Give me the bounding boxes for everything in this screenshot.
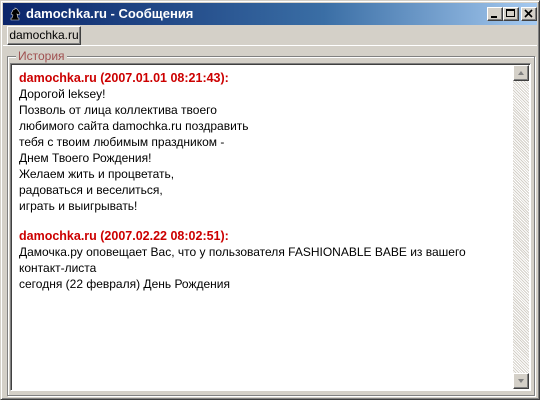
message-header: damochka.ru (2007.02.22 08:02:51): bbox=[19, 229, 229, 243]
chess-knight-icon bbox=[7, 6, 23, 22]
close-button[interactable] bbox=[521, 7, 537, 21]
history-content: damochka.ru (2007.01.01 08:21:43): Дорог… bbox=[19, 70, 514, 306]
title-bar[interactable]: damochka.ru - Сообщения bbox=[3, 3, 537, 25]
vertical-scrollbar[interactable] bbox=[513, 65, 529, 389]
message-body: Дорогой leksey! Позволь от лица коллекти… bbox=[19, 87, 249, 213]
message-item: damochka.ru (2007.02.22 08:02:51): Дамоч… bbox=[19, 228, 514, 292]
message-item: damochka.ru (2007.01.01 08:21:43): Дорог… bbox=[19, 70, 514, 214]
minimize-button[interactable] bbox=[487, 7, 503, 21]
scroll-down-button[interactable] bbox=[513, 373, 529, 389]
tab-damochka[interactable]: damochka.ru bbox=[7, 26, 81, 45]
window-title: damochka.ru - Сообщения bbox=[26, 6, 194, 21]
minimize-icon bbox=[491, 16, 497, 18]
chevron-down-icon bbox=[518, 379, 524, 383]
maximize-icon bbox=[506, 9, 515, 17]
scroll-up-button[interactable] bbox=[513, 65, 529, 81]
tab-strip-divider bbox=[3, 45, 537, 46]
history-legend: История bbox=[16, 49, 67, 63]
message-body: Дамочка.ру оповещает Вас, что у пользова… bbox=[19, 245, 466, 291]
message-header: damochka.ru (2007.01.01 08:21:43): bbox=[19, 71, 229, 85]
close-icon bbox=[524, 9, 533, 18]
messages-window: damochka.ru - Сообщения damochka.ru Исто… bbox=[0, 0, 540, 400]
maximize-button[interactable] bbox=[503, 7, 519, 21]
chevron-up-icon bbox=[518, 71, 524, 75]
history-text-area[interactable]: damochka.ru (2007.01.01 08:21:43): Дорог… bbox=[10, 63, 531, 391]
